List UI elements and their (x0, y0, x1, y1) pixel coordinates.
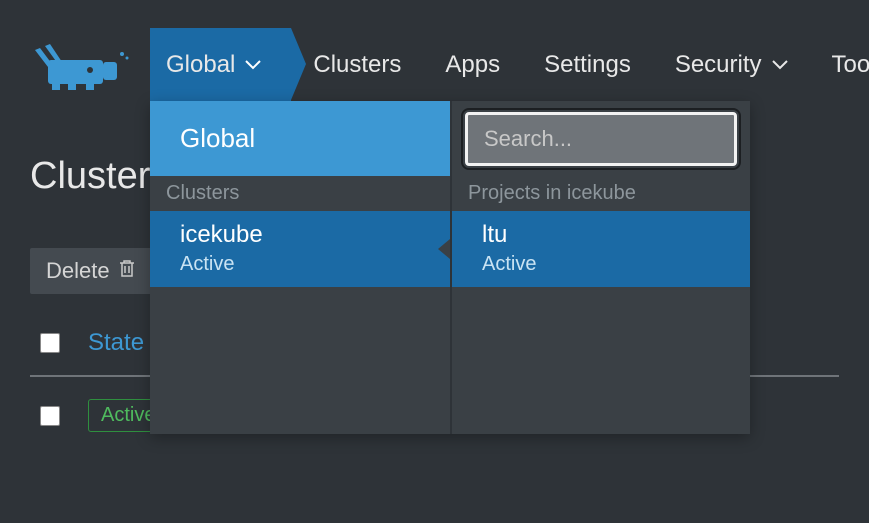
dropdown-cluster-icekube[interactable]: icekube Active (150, 211, 450, 287)
delete-label: Delete (46, 258, 110, 284)
dropdown-clusters-label: Clusters (150, 176, 450, 211)
project-name: ltu (482, 222, 750, 248)
search-input[interactable] (465, 112, 737, 166)
select-all-checkbox[interactable] (40, 333, 60, 353)
cluster-name: icekube (180, 222, 450, 248)
dropdown-project-ltu[interactable]: ltu Active (452, 211, 750, 287)
scope-dropdown: Global Clusters icekube Active Projects … (150, 101, 750, 434)
project-status: Active (482, 253, 750, 276)
nav-scope-global[interactable]: Global (150, 28, 291, 101)
dropdown-global[interactable]: Global (150, 101, 450, 176)
cluster-status: Active (180, 253, 450, 276)
trash-icon (118, 258, 136, 284)
chevron-down-icon (245, 60, 261, 70)
nav-tools[interactable]: Tools (810, 28, 869, 101)
nav-scope-label: Global (166, 51, 235, 79)
column-state[interactable]: State (88, 329, 144, 357)
delete-button[interactable]: Delete (30, 248, 152, 294)
dropdown-right-col: Projects in icekube ltu Active (450, 101, 750, 434)
logo[interactable] (30, 42, 130, 92)
dropdown-left-col: Global Clusters icekube Active (150, 101, 450, 434)
nav-settings[interactable]: Settings (522, 28, 653, 101)
chevron-down-icon (772, 60, 788, 70)
dropdown-search-wrap (452, 101, 750, 176)
nav-clusters[interactable]: Clusters (291, 28, 423, 101)
row-checkbox[interactable] (40, 406, 60, 426)
top-nav: Global Clusters Apps Settings Security T… (150, 28, 869, 101)
nav-apps[interactable]: Apps (423, 28, 522, 101)
nav-security[interactable]: Security (653, 28, 810, 101)
dropdown-projects-label: Projects in icekube (452, 176, 750, 211)
